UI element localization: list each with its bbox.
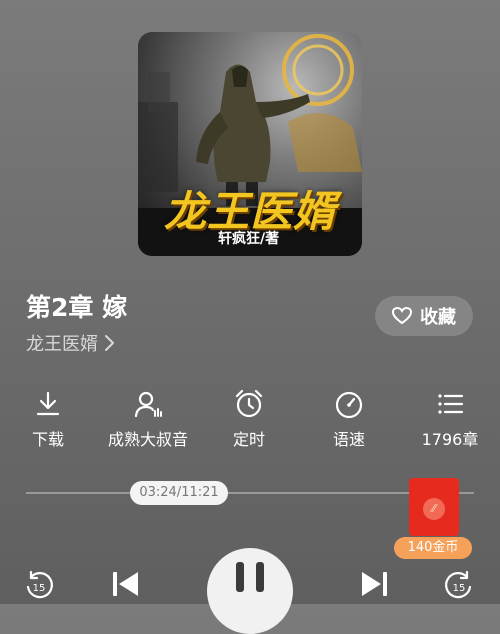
download-label: 下载	[31, 430, 64, 449]
forward-15-button[interactable]: 15	[442, 568, 476, 602]
heart-outline-icon	[392, 307, 412, 325]
chapter-count-label: 1796章	[421, 430, 479, 449]
rewind-15-icon: 15	[26, 570, 53, 599]
next-chapter-button[interactable]	[356, 566, 392, 602]
forward-seconds: 15	[453, 583, 466, 594]
voice-select-button[interactable]: 成熟大叔音	[98, 386, 198, 450]
tool-bar: 下载 成熟大叔音 定时 语速 1796章	[0, 386, 500, 456]
speed-label: 语速	[332, 430, 365, 449]
chapter-title: 第2章 嫁	[26, 293, 128, 322]
voice-label: 成熟大叔音	[107, 430, 188, 449]
cover-author: 轩疯狂/著	[218, 231, 280, 247]
book-cover[interactable]: 龙王医婿 轩疯狂/著	[138, 32, 362, 256]
skip-next-icon	[362, 572, 387, 596]
chevron-right-icon	[105, 335, 114, 351]
voice-person-icon	[134, 391, 162, 418]
red-packet-reward[interactable]: ⁄⁄	[409, 478, 459, 536]
chapter-list-button[interactable]: 1796章	[400, 386, 500, 450]
book-link[interactable]: 龙王医婿	[26, 330, 116, 356]
favorite-button[interactable]: 收藏	[375, 296, 473, 336]
red-packet-icon: ⁄⁄	[423, 498, 445, 520]
progress-slider[interactable]	[26, 492, 474, 494]
forward-15-icon: 15	[445, 570, 472, 599]
download-button[interactable]: 下载	[0, 386, 98, 450]
favorite-label: 收藏	[420, 307, 456, 328]
chapter-list-icon	[438, 394, 464, 414]
play-pause-button[interactable]	[207, 548, 293, 634]
alarm-clock-icon	[235, 389, 263, 418]
rewind-seconds: 15	[33, 583, 46, 594]
timer-button[interactable]: 定时	[199, 386, 299, 450]
speed-button[interactable]: 语速	[299, 386, 399, 450]
coin-badge[interactable]: 140金币	[394, 537, 472, 559]
speed-gauge-icon	[335, 391, 363, 419]
timer-label: 定时	[232, 430, 265, 449]
skip-previous-icon	[113, 572, 138, 596]
previous-chapter-button[interactable]	[108, 566, 144, 602]
book-name: 龙王医婿	[26, 334, 98, 355]
progress-time[interactable]: 03:24/11:21	[130, 481, 228, 505]
rewind-15-button[interactable]: 15	[22, 568, 56, 602]
download-icon	[36, 391, 60, 416]
pause-icon	[236, 562, 264, 592]
